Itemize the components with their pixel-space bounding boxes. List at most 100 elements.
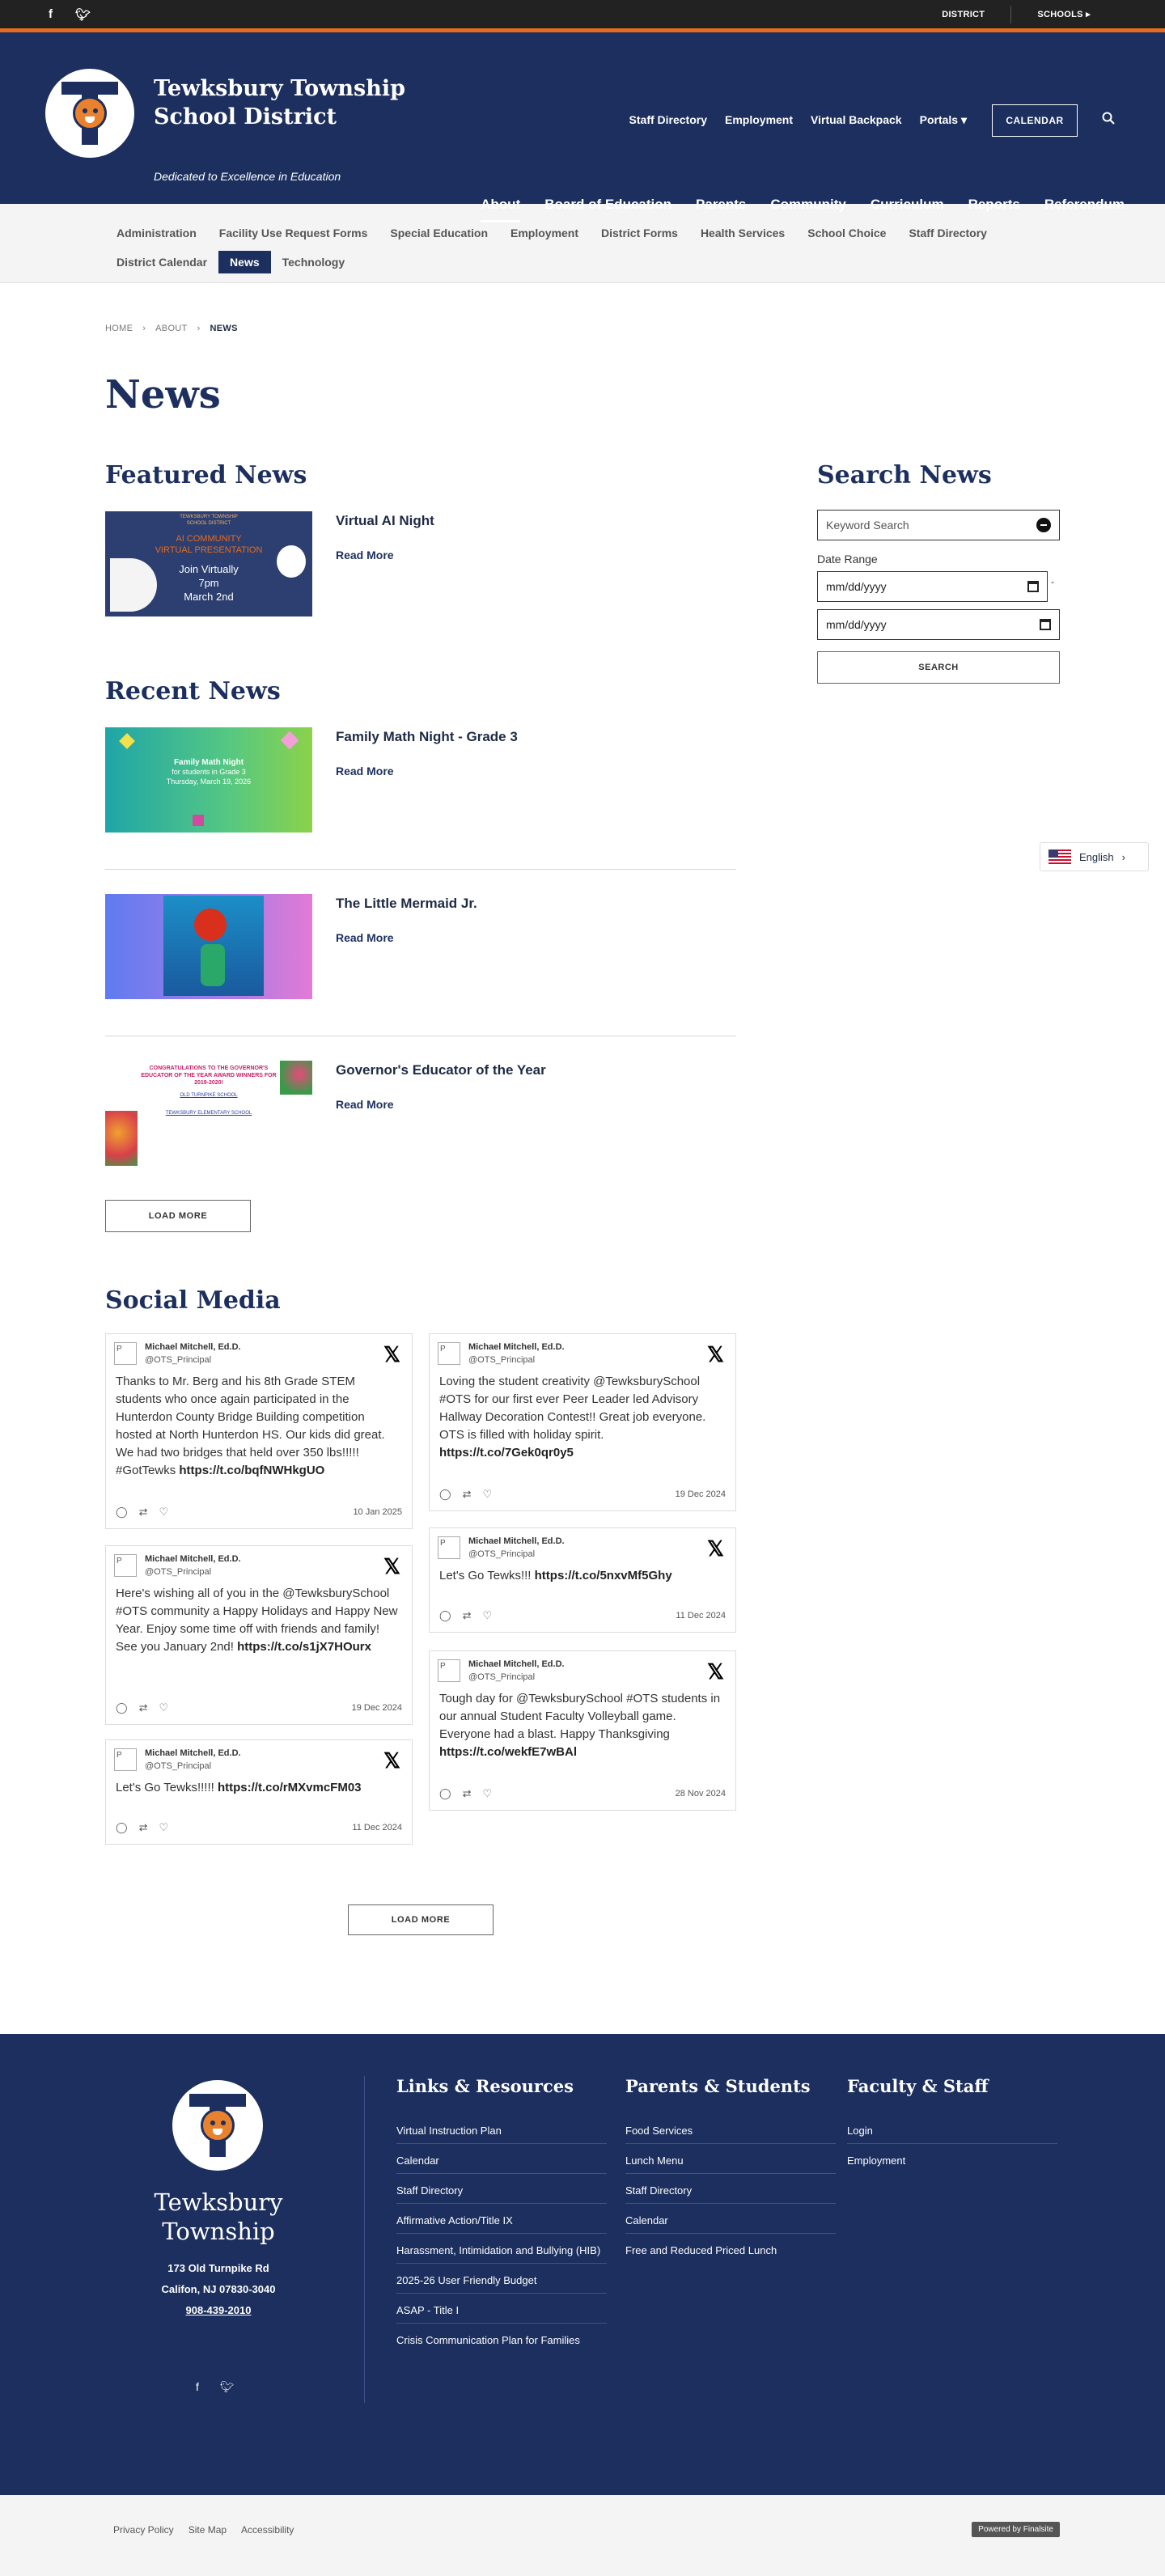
subnav-district-calendar[interactable]: District Calendar [105, 251, 218, 273]
phone-link[interactable]: 908-439-2010 [113, 2300, 324, 2321]
subnav-administration[interactable]: Administration [105, 222, 208, 244]
breadcrumb-about[interactable]: ABOUT [155, 324, 187, 333]
footer-link[interactable]: ASAP - Title I [396, 2298, 607, 2324]
tweet-handle[interactable]: @OTS_Principal [145, 1567, 211, 1577]
date-to-input[interactable]: mm/dd/yyyy [817, 609, 1060, 640]
tweet-card[interactable]: P Michael Mitchell, Ed.D. @OTS_Principal… [429, 1527, 736, 1633]
tweet-card[interactable]: P Michael Mitchell, Ed.D. @OTS_Principal… [429, 1333, 736, 1511]
main-nav-reports[interactable]: Reports [968, 197, 1020, 222]
featured-news-thumbnail[interactable]: TEWKSBURY TOWNSHIP SCHOOL DISTRICT AI CO… [105, 511, 312, 616]
retweet-icon[interactable]: ⇄ [463, 1609, 472, 1622]
subnav-district-forms[interactable]: District Forms [590, 222, 689, 244]
retweet-icon[interactable]: ⇄ [139, 1821, 148, 1834]
util-nav-portals[interactable]: Portals ▾ [920, 113, 967, 127]
tweet-card[interactable]: P Michael Mitchell, Ed.D. @OTS_Principal… [105, 1545, 413, 1725]
accessibility-link[interactable]: Accessibility [241, 2524, 294, 2536]
facebook-icon[interactable]: f [49, 7, 53, 22]
schools-dropdown[interactable]: SCHOOLS ▸ [1011, 9, 1116, 19]
twitter-icon[interactable]: 🐦︎ [75, 7, 91, 22]
tweet-handle[interactable]: @OTS_Principal [468, 1549, 535, 1559]
reply-icon[interactable]: ◯ [439, 1787, 451, 1800]
site-map-link[interactable]: Site Map [189, 2524, 227, 2536]
news-thumbnail[interactable]: CONGRATULATIONS TO THE GOVERNOR'S EDUCAT… [105, 1061, 312, 1166]
tweet-link[interactable]: https://t.co/s1jX7HOurx [237, 1640, 371, 1654]
x-logo-icon[interactable]: 𝕏 [707, 1344, 724, 1365]
tweet-link[interactable]: https://t.co/wekfE7wBAl [439, 1745, 577, 1759]
read-more-link[interactable]: Read More [336, 549, 394, 561]
subnav-technology[interactable]: Technology [271, 251, 357, 273]
calendar-button[interactable]: CALENDAR [992, 104, 1078, 137]
tweet-handle[interactable]: @OTS_Principal [468, 1672, 535, 1682]
x-logo-icon[interactable]: 𝕏 [383, 1750, 400, 1771]
load-more-news-button[interactable]: LOAD MORE [105, 1200, 251, 1232]
read-more-link[interactable]: Read More [336, 1098, 394, 1111]
date-from-input[interactable]: mm/dd/yyyy [817, 571, 1048, 602]
privacy-policy-link[interactable]: Privacy Policy [113, 2524, 174, 2536]
news-title[interactable]: The Little Mermaid Jr. [336, 896, 477, 912]
footer-link[interactable]: Staff Directory [396, 2179, 607, 2204]
tweet-card[interactable]: P Michael Mitchell, Ed.D. @OTS_Principal… [429, 1650, 736, 1811]
site-title[interactable]: Tewksbury Township School District [154, 74, 405, 131]
x-logo-icon[interactable]: 𝕏 [707, 1661, 724, 1682]
footer-link[interactable]: Free and Reduced Priced Lunch [625, 2239, 836, 2263]
search-go-icon[interactable] [1036, 518, 1051, 532]
heart-icon[interactable]: ♡ [482, 1488, 492, 1501]
main-nav-referendum[interactable]: Referendum [1044, 197, 1125, 222]
main-nav-about[interactable]: About [481, 197, 521, 222]
tweet-link[interactable]: https://t.co/7Gek0qr0y5 [439, 1446, 574, 1460]
util-nav-staff-directory[interactable]: Staff Directory [629, 113, 707, 127]
language-selector[interactable]: English › [1040, 842, 1149, 871]
footer-link[interactable]: Virtual Instruction Plan [396, 2119, 607, 2144]
footer-link[interactable]: Calendar [625, 2209, 836, 2234]
subnav-staff-directory[interactable]: Staff Directory [897, 222, 998, 244]
subnav-school-choice[interactable]: School Choice [796, 222, 897, 244]
heart-icon[interactable]: ♡ [159, 1821, 168, 1834]
tweet-link[interactable]: https://t.co/rMXvmcFM03 [218, 1781, 362, 1794]
breadcrumb-home[interactable]: HOME [105, 324, 133, 333]
main-nav-curriculum[interactable]: Curriculum [871, 197, 944, 222]
reply-icon[interactable]: ◯ [116, 1821, 128, 1834]
footer-link[interactable]: 2025-26 User Friendly Budget [396, 2269, 607, 2294]
tweet-card[interactable]: P Michael Mitchell, Ed.D. @OTS_Principal… [105, 1739, 413, 1845]
footer-link[interactable]: Food Services [625, 2119, 836, 2144]
twitter-icon[interactable]: 🐦︎ [220, 2380, 235, 2394]
footer-link[interactable]: Lunch Menu [625, 2149, 836, 2174]
powered-by-badge[interactable]: Powered by Finalsite [972, 2522, 1060, 2537]
main-nav-board-of-education[interactable]: Board of Education [544, 197, 671, 222]
heart-icon[interactable]: ♡ [159, 1701, 168, 1714]
footer-link[interactable]: Employment [847, 2149, 1057, 2173]
util-nav-virtual-backpack[interactable]: Virtual Backpack [811, 113, 902, 127]
heart-icon[interactable]: ♡ [159, 1506, 168, 1519]
news-title[interactable]: Family Math Night - Grade 3 [336, 729, 518, 745]
calendar-icon[interactable] [1040, 619, 1051, 630]
retweet-icon[interactable]: ⇄ [463, 1488, 472, 1501]
reply-icon[interactable]: ◯ [439, 1488, 451, 1501]
news-title[interactable]: Governor's Educator of the Year [336, 1062, 546, 1078]
subnav-facility-use[interactable]: Facility Use Request Forms [208, 222, 379, 244]
facebook-icon[interactable]: f [196, 2380, 199, 2394]
subnav-health-services[interactable]: Health Services [689, 222, 796, 244]
footer-link[interactable]: Affirmative Action/Title IX [396, 2209, 607, 2234]
news-thumbnail[interactable]: Family Math Night for students in Grade … [105, 727, 312, 833]
reply-icon[interactable]: ◯ [116, 1701, 128, 1714]
retweet-icon[interactable]: ⇄ [463, 1787, 472, 1800]
tweet-handle[interactable]: @OTS_Principal [145, 1761, 211, 1771]
read-more-link[interactable]: Read More [336, 931, 394, 944]
x-logo-icon[interactable]: 𝕏 [383, 1556, 400, 1577]
read-more-link[interactable]: Read More [336, 765, 394, 777]
reply-icon[interactable]: ◯ [116, 1506, 128, 1519]
x-logo-icon[interactable]: 𝕏 [383, 1344, 400, 1365]
search-button[interactable]: SEARCH [817, 651, 1060, 684]
subnav-news[interactable]: News [218, 251, 271, 273]
retweet-icon[interactable]: ⇄ [139, 1701, 148, 1714]
load-more-social-button[interactable]: LOAD MORE [348, 1904, 494, 1935]
tweet-link[interactable]: https://t.co/bqfNWHkgUO [179, 1464, 324, 1477]
footer-link[interactable]: Login [847, 2119, 1057, 2144]
x-logo-icon[interactable]: 𝕏 [707, 1538, 724, 1559]
tweet-link[interactable]: https://t.co/5nxvMf5Ghy [535, 1569, 672, 1582]
subnav-special-education[interactable]: Special Education [379, 222, 499, 244]
util-nav-employment[interactable]: Employment [725, 113, 793, 127]
search-icon[interactable] [1102, 112, 1115, 125]
footer-link[interactable]: Harassment, Intimidation and Bullying (H… [396, 2239, 607, 2264]
tweet-handle[interactable]: @OTS_Principal [145, 1355, 211, 1365]
